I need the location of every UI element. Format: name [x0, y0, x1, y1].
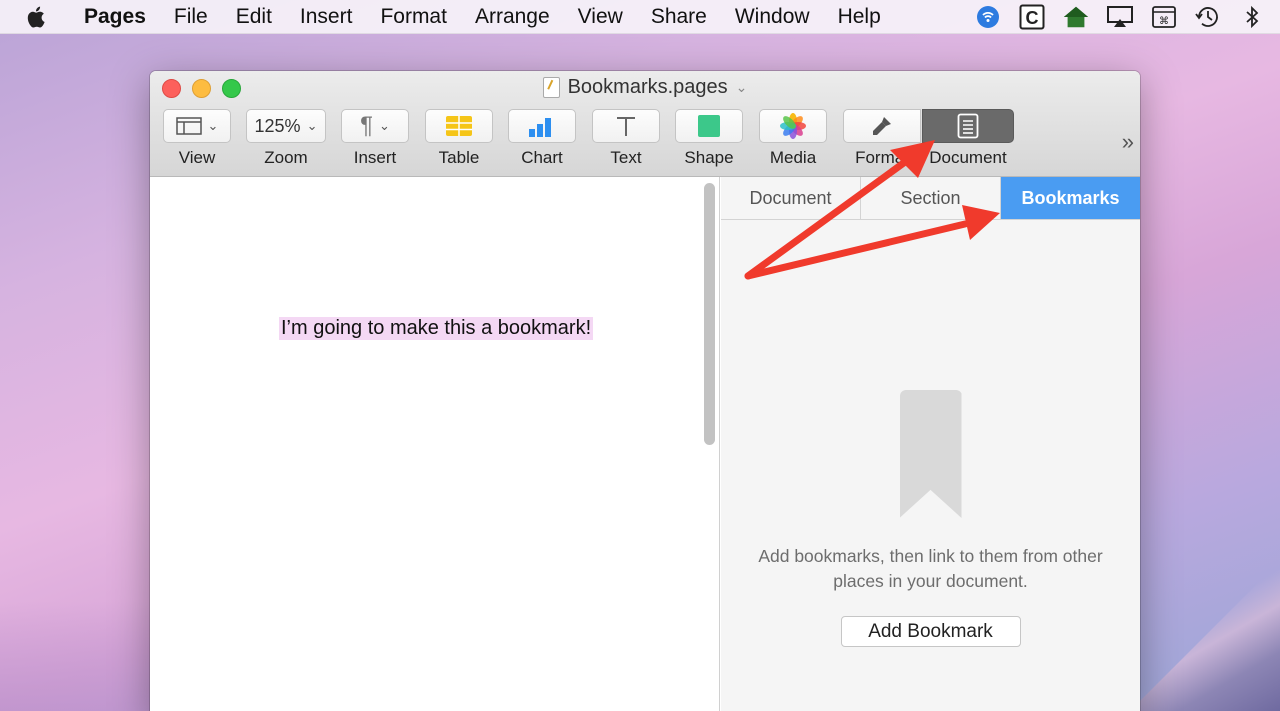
title-chevron-down-icon[interactable]: ⌄	[736, 79, 748, 96]
wifi-icon[interactable]	[974, 4, 1002, 30]
sidebar-layout-icon	[175, 117, 202, 135]
shape-button[interactable]	[675, 109, 743, 143]
text-button[interactable]	[592, 109, 660, 143]
menu-window[interactable]: Window	[721, 5, 824, 29]
desktop-wallpaper-mountain	[1130, 561, 1280, 711]
apple-menu-icon[interactable]	[0, 5, 72, 29]
toolbar: ⌄ View 125% ⌄ Zoom ¶ ⌄ Insert Table Char…	[150, 109, 1140, 177]
document-scrollbar[interactable]	[704, 183, 715, 445]
shape-tool[interactable]: Shape	[675, 109, 743, 168]
text-label: Text	[610, 148, 642, 167]
pages-window: Bookmarks.pages ⌄ ⌄ View 125% ⌄ Zoom ¶ ⌄…	[150, 71, 1140, 711]
document-label: Document	[929, 148, 1007, 167]
zoom-select[interactable]: 125% ⌄	[246, 109, 326, 143]
menu-bar: Pages File Edit Insert Format Arrange Vi…	[0, 0, 1280, 34]
bookmarks-empty-state: Add bookmarks, then link to them from ot…	[721, 390, 1140, 647]
media-button[interactable]	[759, 109, 827, 143]
insert-label: Insert	[353, 148, 397, 167]
chart-button[interactable]	[508, 109, 576, 143]
shape-square-icon	[698, 115, 720, 137]
document-inspector: Document Section Bookmarks Add bookmarks…	[721, 177, 1140, 711]
pilcrow-icon: ¶	[360, 112, 373, 139]
tab-bookmarks[interactable]: Bookmarks	[1001, 177, 1140, 219]
clipboard-c-icon[interactable]: C	[1018, 4, 1046, 30]
chevron-down-icon: ⌄	[306, 118, 318, 133]
svg-text:⌘: ⌘	[1159, 16, 1169, 27]
bar-chart-icon	[529, 118, 551, 137]
chevron-down-icon: ⌄	[207, 118, 219, 133]
zoom-value: 125%	[254, 115, 301, 136]
format-button[interactable]	[843, 109, 921, 143]
table-button[interactable]	[425, 109, 493, 143]
menu-arrange[interactable]: Arrange	[461, 5, 564, 29]
keyboard-shortcut-icon[interactable]: ⌘	[1150, 4, 1178, 30]
menu-file[interactable]: File	[160, 5, 222, 29]
desktop-wallpaper-left	[0, 601, 160, 711]
airplay-icon[interactable]	[1106, 4, 1134, 30]
insert-tool[interactable]: ¶ ⌄ Insert	[341, 109, 409, 168]
media-label: Media	[769, 148, 817, 167]
tab-document[interactable]: Document	[721, 177, 861, 219]
house-icon[interactable]	[1062, 4, 1090, 30]
menu-app-pages[interactable]: Pages	[72, 5, 160, 29]
shape-label: Shape	[684, 148, 734, 167]
bookmark-icon	[899, 390, 962, 518]
menu-view[interactable]: View	[564, 5, 637, 29]
time-machine-icon[interactable]	[1194, 4, 1222, 30]
view-label: View	[178, 148, 216, 167]
menu-format[interactable]: Format	[366, 5, 461, 29]
document-canvas[interactable]: I’m going to make this a bookmark!	[150, 177, 720, 711]
window-title[interactable]: Bookmarks.pages ⌄	[150, 76, 1140, 99]
tab-section[interactable]: Section	[861, 177, 1001, 219]
chart-tool[interactable]: Chart	[508, 109, 576, 168]
zoom-label: Zoom	[264, 148, 308, 167]
chart-label: Chart	[521, 148, 563, 167]
table-tool[interactable]: Table	[425, 109, 493, 168]
menu-help[interactable]: Help	[824, 5, 895, 29]
document-icon	[957, 113, 979, 139]
format-tool[interactable]: Format	[843, 109, 921, 168]
table-icon	[446, 116, 472, 136]
menu-insert[interactable]: Insert	[286, 5, 367, 29]
text-tool[interactable]: Text	[592, 109, 660, 168]
bookmarks-empty-message: Add bookmarks, then link to them from ot…	[758, 546, 1103, 591]
svg-text:C: C	[1026, 8, 1039, 28]
paintbrush-icon	[873, 117, 891, 135]
status-menu-area: C ⌘	[974, 4, 1280, 30]
document-body-text[interactable]: I’m going to make this a bookmark!	[279, 317, 594, 340]
zoom-tool[interactable]: 125% ⌄ Zoom	[246, 109, 326, 168]
document-button[interactable]	[922, 109, 1014, 143]
insert-button[interactable]: ¶ ⌄	[341, 109, 409, 143]
photos-flower-icon	[780, 113, 806, 139]
document-tool[interactable]: Document	[922, 109, 1014, 168]
bluetooth-icon[interactable]	[1238, 4, 1266, 30]
toolbar-overflow-button[interactable]: »	[1122, 129, 1134, 155]
window-title-text: Bookmarks.pages	[567, 76, 728, 98]
pages-document-icon	[542, 77, 560, 98]
add-bookmark-button[interactable]: Add Bookmark	[840, 616, 1021, 647]
menu-share[interactable]: Share	[637, 5, 721, 29]
menu-edit[interactable]: Edit	[222, 5, 286, 29]
title-bar: Bookmarks.pages ⌄ ⌄ View 125% ⌄ Zoom ¶ ⌄…	[150, 71, 1140, 177]
media-tool[interactable]: Media	[759, 109, 827, 168]
text-t-icon	[617, 117, 635, 136]
format-label: Format	[855, 148, 909, 167]
inspector-tabs: Document Section Bookmarks	[721, 177, 1140, 220]
window-content: I’m going to make this a bookmark! Docum…	[150, 177, 1140, 711]
view-button[interactable]: ⌄	[163, 109, 231, 143]
chevron-down-icon: ⌄	[378, 118, 390, 133]
table-label: Table	[438, 148, 480, 167]
view-tool[interactable]: ⌄ View	[163, 109, 231, 168]
